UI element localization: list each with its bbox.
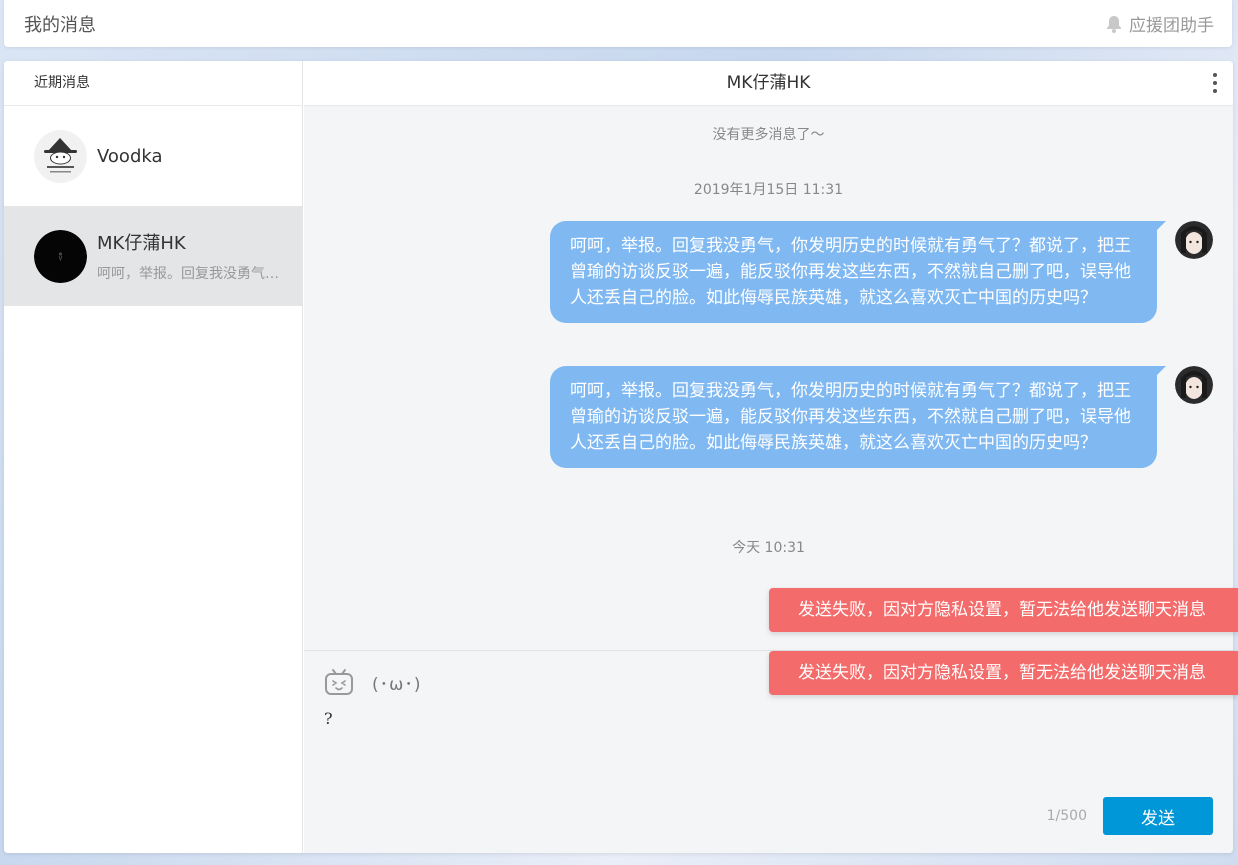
message-bubble: 呵呵，举报。回复我没勇气，你发明历史的时候就有勇气了？都说了，把王曾瑜的访谈反驳… [550, 366, 1166, 468]
support-helper-label: 应援团助手 [1129, 16, 1214, 36]
support-helper-link[interactable]: 应援团助手 [1104, 11, 1214, 36]
error-toast: 发送失败，因对方隐私设置，暂无法给他发送聊天消息 [769, 651, 1238, 695]
bell-icon [1107, 15, 1121, 33]
message-timestamp: 2019年1月15日 11:31 [693, 182, 844, 198]
message-list[interactable]: 没有更多消息了～ 2019年1月15日 11:31 呵呵，举报。回复我没勇气，你… [304, 106, 1233, 650]
message-timestamp: 今天 10:31 [732, 540, 805, 556]
contact-item-voodka[interactable]: Voodka [4, 106, 302, 206]
top-bar: 我的消息 应援团助手 [4, 0, 1232, 47]
contact-preview: 呵呵，举报。回复我没勇气，你发明历史的时候就有勇气了？都说了，把王曾瑜的访谈反驳… [97, 266, 292, 282]
emoji-icon[interactable] [324, 667, 354, 697]
avatar [1175, 221, 1213, 259]
page-title: 我的消息 [24, 15, 96, 36]
contact-name: Voodka [97, 145, 163, 167]
messages-panel: 近期消息 Voodka MK仔蒲HK 呵呵，举报。回复我没勇气，你 MK仔蒲HK… [4, 61, 1233, 853]
message-item: 呵呵，举报。回复我没勇气，你发明历史的时候就有勇气了？都说了，把王曾瑜的访谈反驳… [550, 366, 1213, 468]
no-more-messages-text: 没有更多消息了～ [712, 127, 825, 143]
chat-header: MK仔蒲HK [304, 61, 1233, 106]
send-button[interactable]: 发送 [1103, 797, 1213, 835]
recent-messages-heading: 近期消息 [4, 61, 302, 106]
contact-item-mk[interactable]: MK仔蒲HK 呵呵，举报。回复我没勇气，你发明历史的时候就有勇气了？都说了，把王… [4, 206, 302, 306]
message-input[interactable]: ? [324, 709, 1204, 789]
contact-name: MK仔蒲HK [97, 233, 186, 254]
avatar [34, 229, 87, 283]
avatar [34, 129, 87, 183]
message-bubble: 呵呵，举报。回复我没勇气，你发明历史的时候就有勇气了？都说了，把王曾瑜的访谈反驳… [550, 221, 1166, 323]
avatar [1175, 366, 1213, 404]
message-item: 呵呵，举报。回复我没勇气，你发明历史的时候就有勇气了？都说了，把王曾瑜的访谈反驳… [550, 221, 1213, 323]
conversation-sidebar: 近期消息 Voodka MK仔蒲HK 呵呵，举报。回复我没勇气，你 [4, 61, 303, 853]
chat-title: MK仔蒲HK [726, 73, 811, 93]
more-options-icon[interactable] [1212, 73, 1217, 93]
character-counter: 1/500 [1046, 808, 1087, 824]
error-toast: 发送失败，因对方隐私设置，暂无法给他发送聊天消息 [769, 588, 1238, 632]
chat-window: MK仔蒲HK 没有更多消息了～ 2019年1月15日 11:31 呵呵，举报。回… [304, 61, 1233, 853]
kaomoji-button[interactable]: (･ω･) [372, 670, 422, 695]
